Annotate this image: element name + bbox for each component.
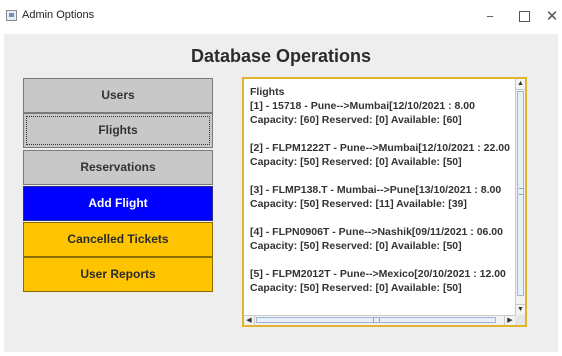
vertical-scroll-thumb[interactable]: [517, 91, 524, 296]
maximize-icon: [518, 10, 530, 22]
flight-line: [3] - FLMP138.T - Mumbai-->Pune[13/10/20…: [250, 184, 502, 196]
scroll-right-icon[interactable]: ▶: [504, 316, 515, 325]
user-reports-button[interactable]: User Reports: [23, 257, 213, 292]
grip-icon: [373, 318, 380, 322]
flight-line: [2] - FLPM1222T - Pune-->Mumbai[12/10/20…: [250, 142, 510, 154]
flights-output-text[interactable]: Flights [1] - 15718 - Pune-->Mumbai[12/1…: [250, 85, 512, 310]
output-heading: Flights: [250, 86, 285, 98]
capacity-line: Capacity: [60] Reserved: [0] Available: …: [250, 114, 462, 126]
close-button[interactable]: ✕: [538, 4, 562, 30]
capacity-line: Capacity: [50] Reserved: [0] Available: …: [250, 240, 462, 252]
scroll-up-icon[interactable]: ▲: [516, 79, 525, 90]
cancelled-tickets-button[interactable]: Cancelled Tickets: [23, 222, 213, 257]
scrollbar-corner: [515, 315, 525, 325]
flights-button[interactable]: Flights: [23, 113, 213, 148]
horizontal-scrollbar[interactable]: ◀ ▶: [244, 315, 515, 325]
capacity-line: Capacity: [50] Reserved: [0] Available: …: [250, 282, 462, 294]
users-button[interactable]: Users: [23, 78, 213, 113]
horizontal-scroll-thumb[interactable]: [256, 317, 496, 323]
scroll-left-icon[interactable]: ◀: [244, 316, 255, 325]
scroll-down-icon[interactable]: ▼: [516, 304, 525, 315]
window-title: Admin Options: [22, 9, 95, 21]
reservations-button[interactable]: Reservations: [23, 150, 213, 185]
title-bar: Admin Options − ✕: [0, 0, 562, 34]
maximize-button[interactable]: [510, 4, 538, 30]
add-flight-button[interactable]: Add Flight: [23, 186, 213, 221]
vertical-scrollbar[interactable]: ▲ ▼: [515, 79, 525, 315]
capacity-line: Capacity: [50] Reserved: [11] Available:…: [250, 198, 467, 210]
admin-options-window: Admin Options − ✕ Database Operations Us…: [0, 0, 562, 356]
flight-line: [4] - FLPN0906T - Pune-->Nashik[09/11/20…: [250, 226, 503, 238]
content-pane: Database Operations Users Flights Reserv…: [4, 34, 558, 352]
capacity-line: Capacity: [50] Reserved: [0] Available: …: [250, 156, 462, 168]
minimize-button[interactable]: −: [476, 4, 504, 30]
flight-line: [5] - FLPM2012T - Pune-->Mexico[20/10/20…: [250, 268, 506, 280]
app-window-icon: [6, 10, 17, 21]
grip-icon: [519, 188, 524, 195]
page-title: Database Operations: [190, 46, 372, 66]
flights-output-panel: Flights [1] - 15718 - Pune-->Mumbai[12/1…: [242, 77, 527, 327]
flight-line: [1] - 15718 - Pune-->Mumbai[12/10/2021 :…: [250, 100, 475, 112]
